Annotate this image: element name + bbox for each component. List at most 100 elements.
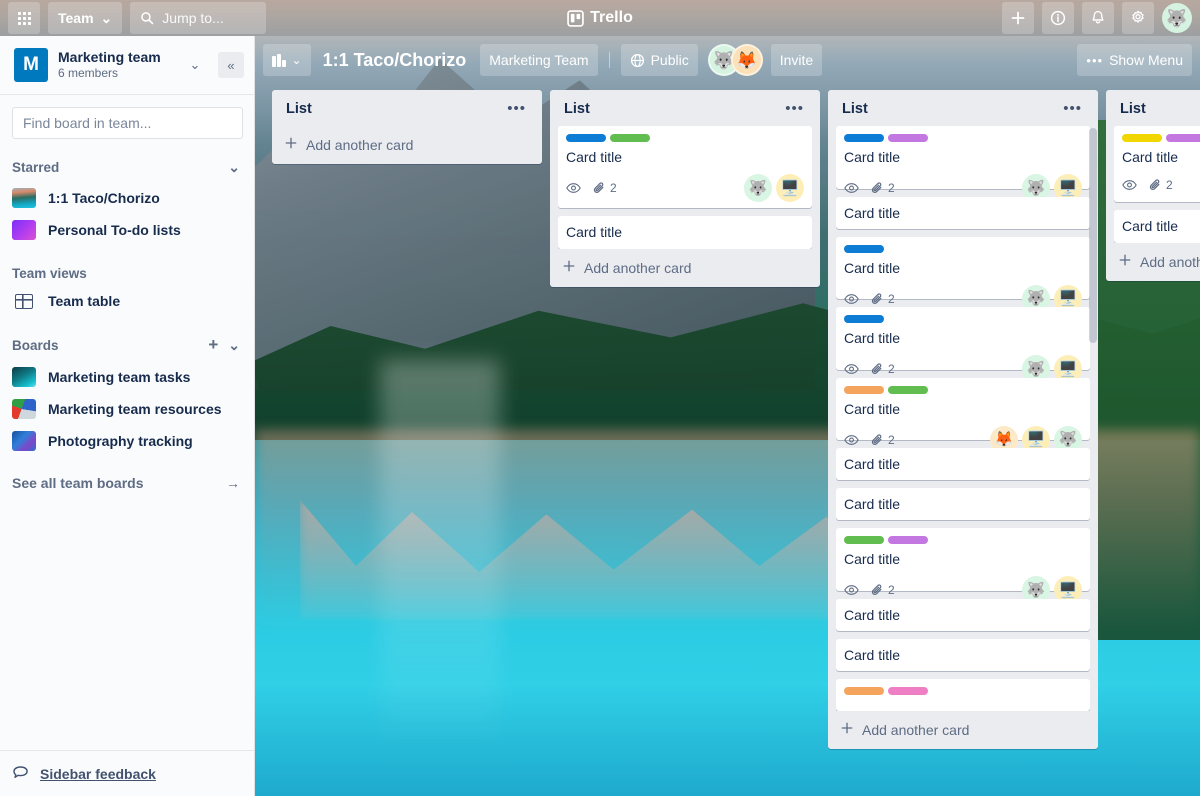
card-label-blue[interactable] xyxy=(844,315,884,324)
card-label-blue[interactable] xyxy=(566,134,606,142)
list-title[interactable]: List xyxy=(842,101,868,117)
sidebar-feedback-button[interactable]: Sidebar feedback xyxy=(0,750,254,796)
board-lists-container[interactable]: List ••• Add another card List ••• Card title… xyxy=(255,84,1200,796)
board-card[interactable]: Card title 2 🐺 🖥️ xyxy=(558,126,812,208)
apps-grid-button[interactable] xyxy=(8,2,40,34)
board-title[interactable]: 1:1 Taco/Chorizo xyxy=(315,50,477,71)
add-another-card-button[interactable]: Add another card xyxy=(272,126,542,164)
paperclip-icon xyxy=(871,434,882,445)
board-card[interactable]: Card title xyxy=(836,598,1090,631)
add-another-card-button[interactable]: Add another card xyxy=(828,711,1098,749)
card-label-green[interactable] xyxy=(888,385,928,394)
sidebar-item-marketing-team-resources[interactable]: Marketing team resources xyxy=(0,393,254,425)
attachment-count: 2 xyxy=(888,291,895,306)
attachment-count: 2 xyxy=(888,583,895,598)
find-board-input[interactable] xyxy=(12,107,243,139)
board-card[interactable]: Card title 2 🐺 🖥️ xyxy=(836,307,1090,384)
plus-icon-wrap xyxy=(1118,253,1132,270)
avatar-emoji: 🐺 xyxy=(1026,179,1046,197)
card-label-purple[interactable] xyxy=(1166,134,1200,142)
add-another-card-button[interactable]: Add another card xyxy=(550,249,820,287)
team-sidebar: M Marketing team 6 members ⌄ « Starred ⌄ xyxy=(0,36,255,796)
card-label-blue[interactable] xyxy=(844,244,884,253)
board-card[interactable]: Card title xyxy=(836,196,1090,229)
eye-icon xyxy=(844,293,859,304)
starred-section-header[interactable]: Starred ⌄ xyxy=(0,153,254,182)
paperclip-icon xyxy=(871,363,882,375)
grid-apps-icon xyxy=(17,11,31,25)
list-menu-button[interactable]: ••• xyxy=(1057,101,1088,116)
collapse-sidebar-button[interactable]: « xyxy=(218,52,244,78)
board-visibility-button[interactable]: Public xyxy=(620,44,698,76)
board-card[interactable]: Card title 2 🐺 🖥️ xyxy=(836,236,1090,313)
card-label-yellow[interactable] xyxy=(1122,134,1162,142)
sidebar-item-1-1-taco-chorizo[interactable]: 1:1 Taco/Chorizo xyxy=(0,182,254,214)
board-card[interactable]: Card title xyxy=(1114,210,1200,243)
sidebar-item-team-table[interactable]: Team table xyxy=(0,287,254,315)
card-label-green[interactable] xyxy=(610,134,650,142)
board-card[interactable]: Card title xyxy=(558,216,812,249)
board-card[interactable]: Card title 2 🐺 🖥️ xyxy=(836,126,1090,202)
invite-button[interactable]: Invite xyxy=(770,44,823,76)
list-scrollbar[interactable] xyxy=(1089,128,1097,343)
add-another-card-button[interactable]: Add another card xyxy=(1106,243,1200,281)
card-title: Card title xyxy=(844,330,901,347)
avatar-emoji: 🐺 xyxy=(1026,290,1046,308)
card-label-orange[interactable] xyxy=(844,385,884,394)
card-label-green[interactable] xyxy=(844,536,884,545)
board-card[interactable]: Card title xyxy=(836,638,1090,671)
list-title[interactable]: List xyxy=(286,101,312,117)
board-switcher-button[interactable]: ⌄ xyxy=(263,44,311,76)
board-card[interactable]: Card title 2 🦊 🖥️ 🐺 xyxy=(836,377,1090,454)
add-button[interactable] xyxy=(1002,2,1034,34)
board-member-avatar[interactable]: 🦊 xyxy=(730,44,763,76)
settings-button[interactable] xyxy=(1122,2,1154,34)
sidebar-item-marketing-team-tasks[interactable]: Marketing team tasks xyxy=(0,361,254,393)
sidebar-item-label: Team table xyxy=(48,293,121,309)
team-menu-button[interactable]: Team ⌄ xyxy=(48,2,123,34)
board-team-badge[interactable]: Marketing Team xyxy=(480,44,598,76)
avatar-emoji: 🖥️ xyxy=(780,179,800,197)
info-icon xyxy=(1050,10,1066,26)
chevron-down-icon[interactable]: ⌄ xyxy=(228,337,240,354)
notifications-button[interactable] xyxy=(1082,2,1114,34)
list-menu-button[interactable]: ••• xyxy=(779,101,810,116)
attachment-count: 2 xyxy=(888,432,895,447)
card-label-purple[interactable] xyxy=(888,134,928,142)
add-board-button[interactable]: + xyxy=(208,335,218,355)
team-switcher-button[interactable]: ⌄ xyxy=(182,52,208,78)
team-info: Marketing team 6 members xyxy=(58,49,172,81)
card-label-pink[interactable] xyxy=(888,686,928,695)
show-menu-button[interactable]: ••• Show Menu xyxy=(1077,44,1192,76)
see-all-team-boards-button[interactable]: See all team boards → xyxy=(0,465,254,501)
board-card[interactable]: Card title 2 xyxy=(1114,126,1200,202)
card-label-orange[interactable] xyxy=(844,686,884,695)
list-menu-button[interactable]: ••• xyxy=(501,101,532,116)
board-list: List ••• Card title 2 🐺 🖥️ Card title Add anoth… xyxy=(550,90,820,287)
sidebar-item-personal-todo-lists[interactable]: Personal To-do lists xyxy=(0,214,254,246)
list-title[interactable]: List xyxy=(1120,101,1146,117)
list-header: List xyxy=(1106,90,1200,126)
user-avatar[interactable]: 🐺 xyxy=(1162,3,1192,33)
list-title[interactable]: List xyxy=(564,101,590,117)
chevron-down-icon[interactable]: ⌄ xyxy=(228,159,240,176)
sidebar-feedback-label: Sidebar feedback xyxy=(40,765,156,782)
paperclip-icon xyxy=(871,182,882,193)
sidebar-item-label: Marketing team resources xyxy=(48,401,222,417)
board-thumbnail-icon xyxy=(12,367,36,387)
add-another-card-label: Add another card xyxy=(306,136,414,153)
sidebar-item-photography-tracking[interactable]: Photography tracking xyxy=(0,425,254,457)
board-card[interactable]: Card title 2 🐺 🖥️ xyxy=(836,528,1090,605)
avatar-emoji: 🐺 xyxy=(748,179,768,197)
card-member-avatar[interactable]: 🖥️ xyxy=(776,174,804,202)
board-card[interactable]: Card title xyxy=(836,448,1090,481)
attachment-count: 2 xyxy=(610,181,617,195)
board-card[interactable] xyxy=(836,678,1090,711)
card-label-blue[interactable] xyxy=(844,134,884,142)
info-button[interactable] xyxy=(1042,2,1074,34)
card-member-avatar[interactable]: 🐺 xyxy=(744,174,772,202)
board-card[interactable]: Card title xyxy=(836,488,1090,521)
card-label-purple[interactable] xyxy=(888,536,928,545)
search-input[interactable]: Jump to... xyxy=(130,2,267,34)
list-header: List ••• xyxy=(550,90,820,126)
